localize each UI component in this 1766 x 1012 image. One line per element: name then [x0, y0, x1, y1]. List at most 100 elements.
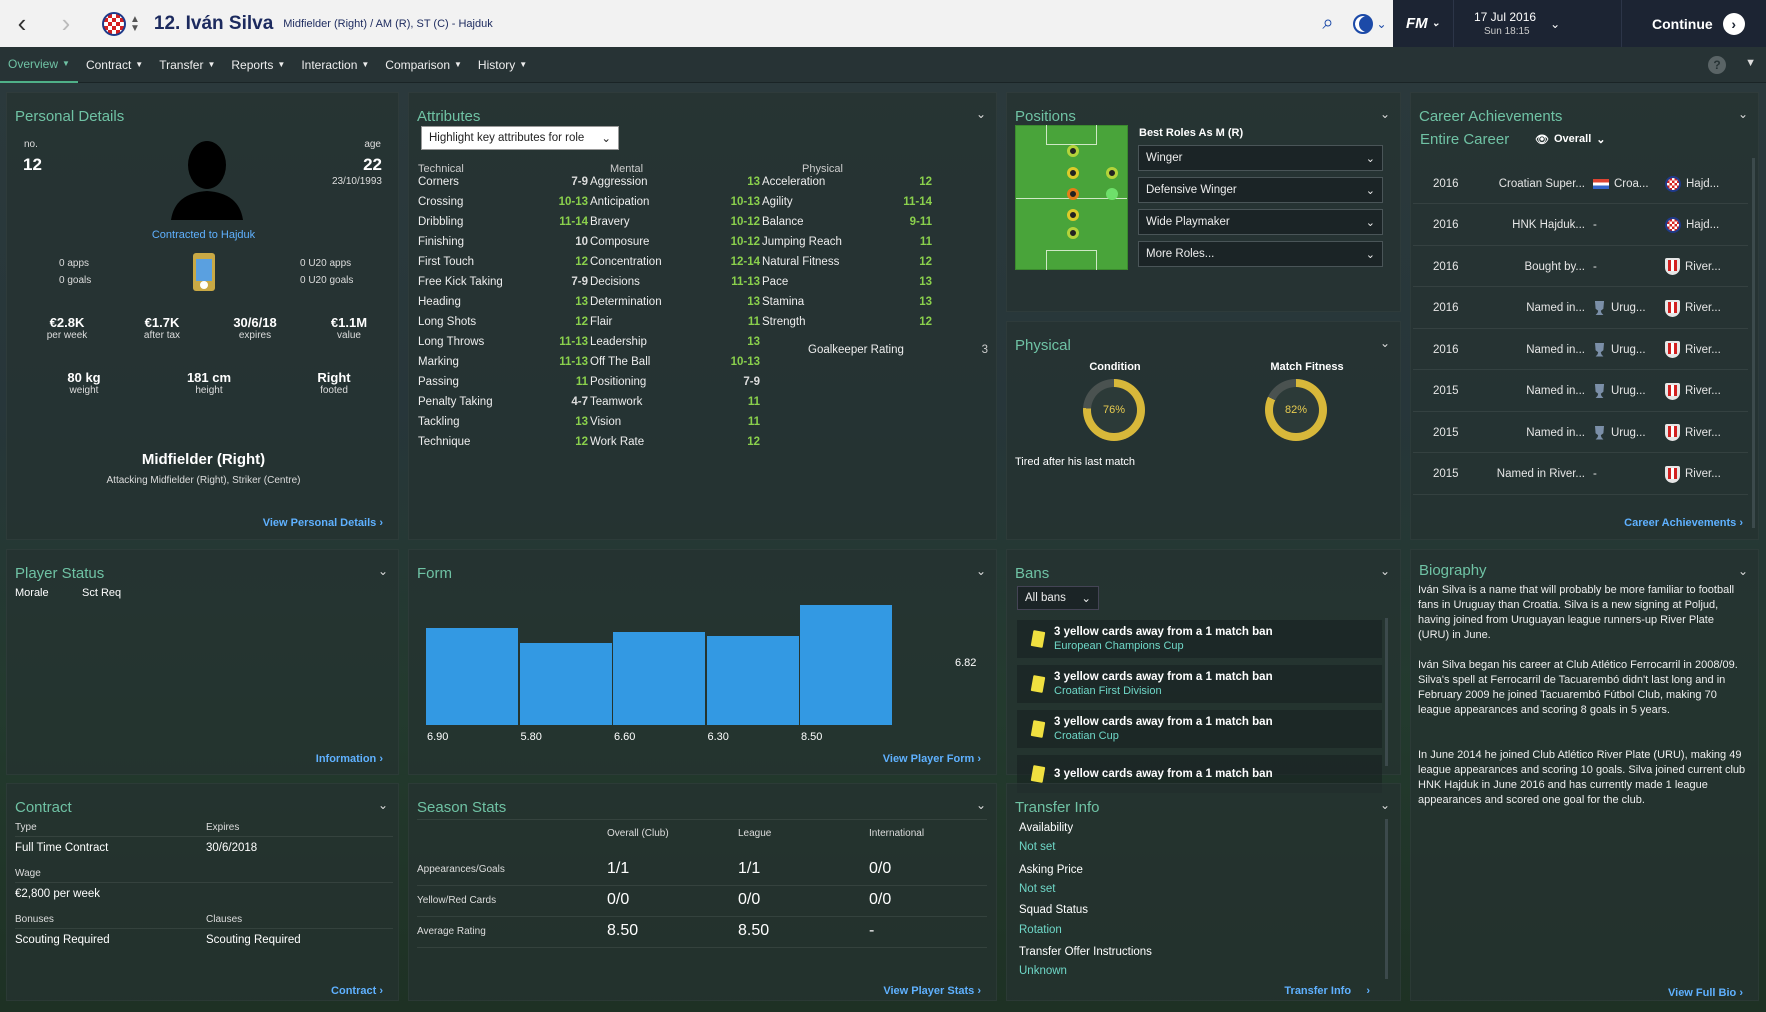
chevron-down-icon[interactable]: ⌄ [976, 798, 986, 812]
attribute-row[interactable]: Bravery 10-12 [590, 212, 760, 232]
attribute-row[interactable]: Pace 13 [762, 272, 932, 292]
career-row[interactable]: 2015 Named in... Urug... River... [1413, 372, 1748, 412]
view-player-form-link[interactable]: View Player Form › [883, 753, 981, 765]
contracted-link[interactable]: Contracted to Hajduk [7, 229, 400, 241]
chevron-down-icon[interactable]: ⌄ [1380, 798, 1390, 812]
chevron-down-icon[interactable]: ⌄ [378, 564, 388, 578]
view-personal-details-link[interactable]: View Personal Details › [263, 517, 383, 529]
career-row[interactable]: 2016 Croatian Super... Croa... Hajd... [1413, 164, 1748, 204]
career-row[interactable]: 2016 Named in... Urug... River... [1413, 289, 1748, 329]
club-crest-icon[interactable] [102, 11, 126, 36]
career-row[interactable]: 2015 Named in River... - River... [1413, 455, 1748, 495]
ban-competition[interactable]: Croatian Cup [1054, 730, 1273, 742]
scrollbar[interactable] [1752, 158, 1755, 528]
tab-interaction[interactable]: Interaction ▼ [293, 47, 377, 83]
bans-filter-dropdown[interactable]: All bans ⌄ [1017, 586, 1099, 610]
attribute-row[interactable]: Positioning 7-9 [590, 372, 760, 392]
role-dropdown-wide-playmaker[interactable]: Wide Playmaker ⌄ [1138, 209, 1383, 235]
search-icon[interactable]: ⌕ [1309, 12, 1347, 35]
attribute-row[interactable]: Long Throws 11-13 [418, 332, 588, 352]
attribute-row[interactable]: Flair 11 [590, 312, 760, 332]
attribute-row[interactable]: Corners 7-9 [418, 172, 588, 192]
game-date[interactable]: 17 Jul 2016 Sun 18:15 ⌄ [1453, 0, 1621, 47]
attribute-row[interactable]: Strength 12 [762, 312, 932, 332]
attribute-row[interactable]: Concentration 12-14 [590, 252, 760, 272]
career-row[interactable]: 2015 Named in... Urug... River... [1413, 413, 1748, 453]
tab-overview[interactable]: Overview ▼ [0, 47, 78, 83]
attribute-row[interactable]: Dribbling 11-14 [418, 212, 588, 232]
attribute-row[interactable]: Decisions 11-13 [590, 272, 760, 292]
transfer-info-link[interactable]: Transfer Info › [1284, 985, 1370, 997]
tab-transfer[interactable]: Transfer ▼ [151, 47, 223, 83]
attribute-row[interactable]: Leadership 13 [590, 332, 760, 352]
tab-contract[interactable]: Contract ▼ [78, 47, 151, 83]
attribute-row[interactable]: Tackling 13 [418, 412, 588, 432]
attribute-row[interactable]: Composure 10-12 [590, 232, 760, 252]
attribute-row[interactable]: Free Kick Taking 7-9 [418, 272, 588, 292]
career-row[interactable]: 2016 Named in... Urug... River... [1413, 330, 1748, 370]
information-link[interactable]: Information › [316, 753, 383, 765]
forward-icon[interactable]: › [44, 0, 88, 47]
highlight-attributes-dropdown[interactable]: Highlight key attributes for role ⌄ [421, 126, 619, 150]
attribute-row[interactable]: Marking 11-13 [418, 352, 588, 372]
form-bar[interactable] [800, 605, 892, 725]
ban-row[interactable]: 3 yellow cards away from a 1 match ban Eu… [1017, 620, 1382, 658]
overall-dropdown[interactable]: 👁 Overall ⌄ [1535, 133, 1606, 146]
attribute-row[interactable]: Determination 13 [590, 292, 760, 312]
career-row[interactable]: 2016 HNK Hajduk... - Hajd... [1413, 206, 1748, 246]
globe-icon[interactable]: ⌄ [1347, 13, 1393, 34]
scrollbar[interactable] [1385, 618, 1388, 766]
continue-button[interactable]: Continue › [1621, 0, 1766, 47]
attribute-row[interactable]: Aggression 13 [590, 172, 760, 192]
attribute-row[interactable]: First Touch 12 [418, 252, 588, 272]
form-bar[interactable] [706, 636, 799, 725]
attribute-row[interactable]: Jumping Reach 11 [762, 232, 932, 252]
fm-menu-button[interactable]: FM ⌄ [1393, 0, 1453, 47]
attribute-row[interactable]: Anticipation 10-13 [590, 192, 760, 212]
view-player-stats-link[interactable]: View Player Stats › [883, 985, 981, 997]
attribute-row[interactable]: Stamina 13 [762, 292, 932, 312]
contract-link[interactable]: Contract › [331, 985, 383, 997]
attribute-row[interactable]: Vision 11 [590, 412, 760, 432]
form-bar[interactable] [613, 631, 705, 725]
form-bar[interactable] [426, 627, 518, 725]
attribute-row[interactable]: Technique 12 [418, 432, 588, 452]
chevron-down-icon[interactable]: ⌄ [1738, 564, 1748, 578]
attribute-row[interactable]: Balance 9-11 [762, 212, 932, 232]
scrollbar[interactable] [1385, 819, 1388, 979]
ban-competition[interactable]: Croatian First Division [1054, 685, 1273, 697]
attribute-row[interactable]: Teamwork 11 [590, 392, 760, 412]
form-bar[interactable] [519, 643, 612, 725]
attribute-row[interactable]: Agility 11-14 [762, 192, 932, 212]
back-icon[interactable]: ‹ [0, 0, 44, 47]
tab-history[interactable]: History ▼ [470, 47, 535, 83]
attribute-row[interactable]: Crossing 10-13 [418, 192, 588, 212]
attribute-row[interactable]: Acceleration 12 [762, 172, 932, 192]
attribute-row[interactable]: Finishing 10 [418, 232, 588, 252]
career-achievements-link[interactable]: Career Achievements › [1624, 517, 1743, 529]
chevron-down-icon[interactable]: ⌄ [1380, 107, 1390, 121]
career-row[interactable]: 2016 Bought by... - River... [1413, 247, 1748, 287]
ban-row[interactable]: 3 yellow cards away from a 1 match ban Cr… [1017, 710, 1382, 748]
role-dropdown-more-roles[interactable]: More Roles... ⌄ [1138, 241, 1383, 267]
attribute-row[interactable]: Work Rate 12 [590, 432, 760, 452]
chevron-down-icon[interactable]: ⌄ [1738, 107, 1748, 121]
chevron-down-icon[interactable]: ⌄ [1380, 564, 1390, 578]
tab-reports[interactable]: Reports ▼ [223, 47, 293, 83]
ban-competition[interactable]: European Champions Cup [1054, 640, 1273, 652]
attribute-row[interactable]: Long Shots 12 [418, 312, 588, 332]
attribute-row[interactable]: Off The Ball 10-13 [590, 352, 760, 372]
view-full-bio-link[interactable]: View Full Bio › [1668, 987, 1743, 999]
attribute-row[interactable]: Passing 11 [418, 372, 588, 392]
chevron-down-icon[interactable]: ⌄ [1380, 336, 1390, 350]
player-switch-icon[interactable]: ▲ ▼ [130, 14, 140, 33]
chevron-down-icon[interactable]: ⌄ [378, 798, 388, 812]
chevron-down-icon[interactable]: ▼ [1745, 57, 1756, 69]
ban-row[interactable]: 3 yellow cards away from a 1 match ban Cr… [1017, 665, 1382, 703]
attribute-row[interactable]: Penalty Taking 4-7 [418, 392, 588, 412]
attribute-row[interactable]: Natural Fitness 12 [762, 252, 932, 272]
role-dropdown-defensive-winger[interactable]: Defensive Winger ⌄ [1138, 177, 1383, 203]
chevron-down-icon[interactable]: ⌄ [976, 564, 986, 578]
role-dropdown-winger[interactable]: Winger ⌄ [1138, 145, 1383, 171]
attribute-row[interactable]: Heading 13 [418, 292, 588, 312]
